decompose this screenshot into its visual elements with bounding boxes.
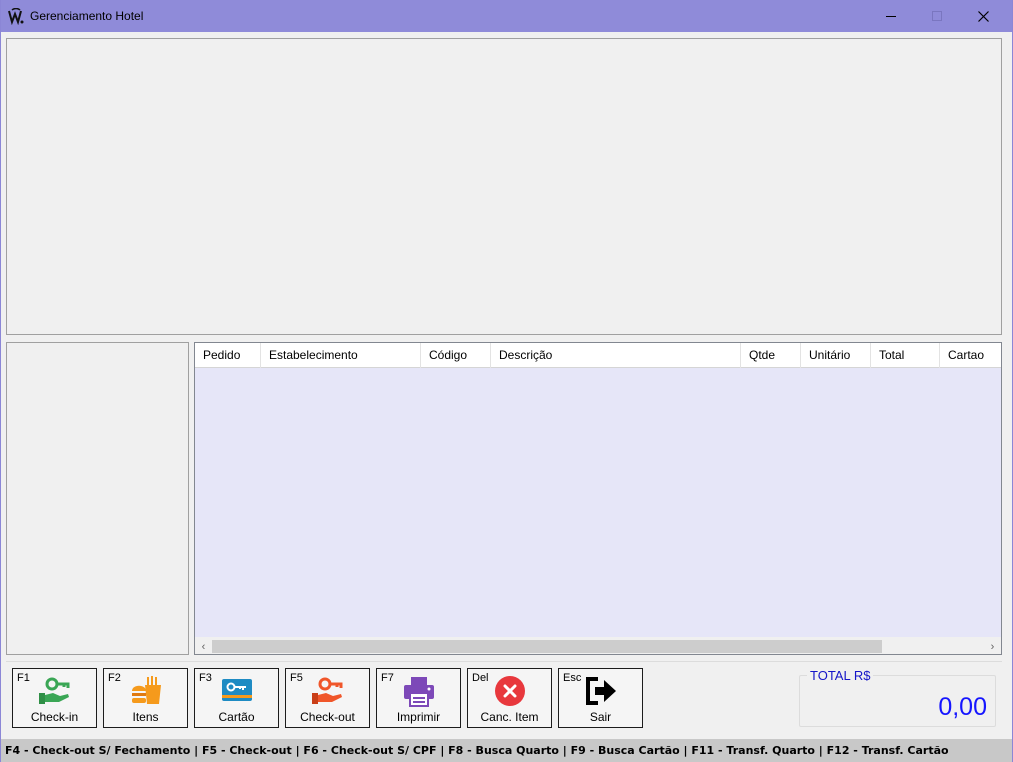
column-header-qtde[interactable]: Qtde	[741, 343, 801, 368]
column-header-codigo[interactable]: Código	[421, 343, 491, 368]
horizontal-scrollbar[interactable]: ‹ ›	[195, 637, 1001, 654]
hand-key-icon	[38, 677, 69, 704]
sair-button[interactable]: Esc Sair	[558, 668, 643, 728]
itens-label: Itens	[132, 710, 159, 724]
maximize-button[interactable]	[914, 0, 960, 32]
scrollbar-thumb[interactable]	[212, 640, 882, 653]
hand-key-icon	[311, 677, 342, 704]
imprimir-label: Imprimir	[396, 710, 441, 724]
column-header-cartao[interactable]: Cartao	[940, 343, 1001, 368]
scroll-right-icon[interactable]: ›	[984, 638, 1001, 654]
printer-icon	[403, 677, 434, 707]
column-header-descricao[interactable]: Descrição	[491, 343, 741, 368]
checkin-button[interactable]: F1 Check-in	[12, 668, 97, 728]
checkout-label: Check-out	[300, 710, 355, 724]
scroll-left-icon[interactable]: ‹	[195, 638, 212, 654]
shortcut-status-bar: F4 - Check-out S/ Fechamento | F5 - Chec…	[1, 739, 1012, 762]
fast-food-icon	[131, 676, 161, 704]
cancel-circle-icon	[494, 676, 525, 706]
total-value: 0,00	[938, 693, 987, 721]
column-header-pedido[interactable]: Pedido	[195, 343, 261, 368]
cancel-item-label: Canc. Item	[480, 710, 539, 724]
cancel-item-button[interactable]: Del Canc. Item	[467, 668, 552, 728]
column-header-total[interactable]: Total	[871, 343, 940, 368]
itens-button[interactable]: F2 Itens	[103, 668, 188, 728]
column-header-unitario[interactable]: Unitário	[801, 343, 871, 368]
checkin-label: Check-in	[30, 710, 79, 724]
imprimir-button[interactable]: F7 Imprimir	[376, 668, 461, 728]
main-window: Gerenciamento Hotel Pedido Estabelecimen…	[0, 0, 1013, 762]
title-bar[interactable]: Gerenciamento Hotel	[1, 0, 1012, 32]
cartao-label: Cartão	[218, 710, 255, 724]
top-panel	[6, 38, 1002, 335]
key-card-icon	[221, 679, 252, 701]
column-header-estabelecimento[interactable]: Estabelecimento	[261, 343, 421, 368]
total-label: TOTAL R$	[807, 668, 874, 683]
items-grid[interactable]: Pedido Estabelecimento Código Descrição …	[194, 342, 1002, 655]
window-title: Gerenciamento Hotel	[30, 9, 144, 23]
close-icon	[977, 10, 989, 22]
minimize-icon	[886, 16, 896, 17]
maximize-icon	[932, 11, 942, 21]
minimize-button[interactable]	[868, 0, 914, 32]
close-button[interactable]	[960, 0, 1006, 32]
sair-label: Sair	[589, 710, 612, 724]
exit-icon	[585, 677, 616, 705]
hotel-logo-icon	[7, 7, 25, 26]
cartao-button[interactable]: F3 Cartão	[194, 668, 279, 728]
checkout-button[interactable]: F5 Check-out	[285, 668, 370, 728]
left-panel	[6, 342, 189, 655]
grid-header: Pedido Estabelecimento Código Descrição …	[195, 343, 1001, 368]
